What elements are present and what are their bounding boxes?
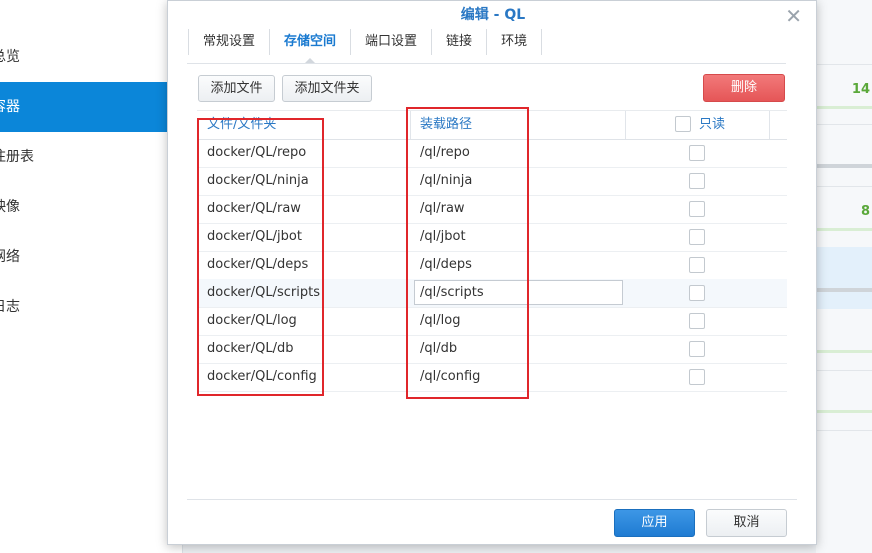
background-row-divider — [816, 186, 872, 187]
tab-storage[interactable]: 存储空间 — [270, 29, 352, 64]
readonly-checkbox[interactable] — [689, 313, 705, 329]
background-selected-row — [816, 247, 872, 309]
background-row-divider — [816, 430, 872, 431]
column-header-readonly: 只读 — [699, 117, 726, 132]
background-progress-bar — [816, 288, 872, 292]
tab-label: 端口设置 — [365, 34, 418, 49]
sidebar-item-network[interactable]: 网络 — [0, 232, 167, 282]
sidebar-item-log[interactable]: 日志 — [0, 282, 167, 332]
readonly-checkbox[interactable] — [689, 229, 705, 245]
sidebar-item-container[interactable]: 容器 — [0, 82, 167, 132]
apply-button[interactable]: 应用 — [614, 509, 695, 537]
tab-port[interactable]: 端口设置 — [351, 29, 433, 55]
edit-dialog: 编辑 - QL ✕ 常规设置 存储空间 端口设置 链接 环境 添加文件 添加文件… — [167, 0, 817, 545]
tab-bar: 常规设置 存储空间 端口设置 链接 环境 — [188, 29, 543, 64]
background-progress-bar — [816, 106, 872, 109]
close-icon[interactable]: ✕ — [785, 4, 802, 28]
highlight-box-mount-paths — [406, 107, 529, 399]
add-folder-button[interactable]: 添加文件夹 — [282, 75, 372, 102]
readonly-checkbox[interactable] — [689, 201, 705, 217]
column-divider — [769, 111, 770, 139]
background-progress-bar — [816, 164, 872, 168]
tab-environment[interactable]: 环境 — [487, 29, 543, 55]
tab-label: 环境 — [501, 34, 528, 49]
readonly-checkbox[interactable] — [689, 145, 705, 161]
readonly-checkbox[interactable] — [689, 369, 705, 385]
background-row-divider — [816, 370, 872, 371]
add-file-button[interactable]: 添加文件 — [198, 75, 275, 102]
readonly-checkbox[interactable] — [689, 173, 705, 189]
background-progress-bar — [816, 410, 872, 413]
tab-general[interactable]: 常规设置 — [188, 29, 271, 55]
sidebar-item-registry[interactable]: 注册表 — [0, 132, 167, 182]
background-progress-bar — [816, 228, 872, 231]
readonly-checkbox[interactable] — [689, 285, 705, 301]
dialog-title: 编辑 - QL — [460, 7, 526, 23]
sidebar-item-image[interactable]: 映像 — [0, 182, 167, 232]
tab-link[interactable]: 链接 — [432, 29, 488, 55]
sidebar: 总览 容器 注册表 映像 网络 日志 — [0, 0, 183, 553]
readonly-checkbox[interactable] — [689, 341, 705, 357]
sidebar-item-overview[interactable]: 总览 — [0, 32, 167, 82]
background-row-divider — [816, 124, 872, 125]
background-row-divider — [816, 64, 872, 65]
delete-button[interactable]: 删除 — [703, 74, 785, 102]
footer-divider — [187, 499, 797, 500]
background-progress-bar — [816, 350, 872, 353]
highlight-box-source-paths — [197, 118, 324, 396]
tab-label: 链接 — [446, 34, 473, 49]
background-count-1: 14 — [851, 82, 870, 97]
tab-label: 存储空间 — [284, 34, 337, 49]
column-divider — [625, 111, 626, 139]
cancel-button[interactable]: 取消 — [706, 509, 787, 537]
background-count-2: 8 — [860, 204, 870, 219]
readonly-checkbox[interactable] — [689, 257, 705, 273]
tab-divider — [187, 63, 786, 64]
select-all-readonly-checkbox[interactable] — [675, 116, 691, 132]
tab-label: 常规设置 — [203, 34, 256, 49]
